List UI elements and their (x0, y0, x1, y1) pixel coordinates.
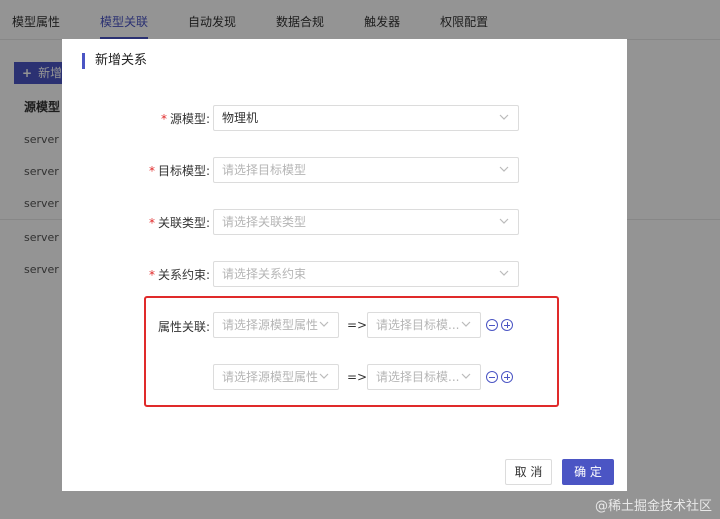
source-model-label: * 源模型: (160, 112, 210, 126)
source-attribute-select[interactable]: 请选择源模型属性 (213, 364, 339, 390)
source-attribute-placeholder: 请选择源模型属性 (222, 370, 319, 384)
target-attribute-placeholder: 请选择目标模... (376, 370, 460, 384)
add-row-icon[interactable] (501, 371, 513, 383)
target-attribute-select[interactable]: 请选择目标模... (367, 364, 481, 390)
remove-row-icon[interactable] (486, 319, 498, 331)
required-mark: * (148, 268, 155, 282)
target-model-select[interactable]: 请选择目标模型 (213, 157, 519, 183)
watermark: @稀土掘金技术社区 (594, 499, 712, 514)
chevron-down-icon (319, 373, 329, 379)
relation-constraint-placeholder: 请选择关系约束 (222, 267, 307, 281)
target-model-label: * 目标模型: (148, 164, 210, 178)
required-mark: * (148, 164, 155, 178)
source-model-value: 物理机 (222, 111, 259, 125)
chevron-down-icon (499, 114, 509, 120)
required-mark: * (160, 112, 167, 126)
target-model-placeholder: 请选择目标模型 (222, 163, 307, 177)
relation-constraint-label: * 关系约束: (148, 268, 210, 282)
source-attribute-select[interactable]: 请选择源模型属性 (213, 312, 339, 338)
relation-type-placeholder: 请选择关联类型 (222, 215, 307, 229)
cancel-button[interactable]: 取 消 (505, 459, 552, 485)
chevron-down-icon (499, 270, 509, 276)
mapping-arrow: => (347, 370, 368, 384)
add-row-icon[interactable] (501, 319, 513, 331)
relation-constraint-select[interactable]: 请选择关系约束 (213, 261, 519, 287)
attribute-mapping-label: 属性关联: (157, 320, 210, 334)
source-attribute-placeholder: 请选择源模型属性 (222, 318, 319, 332)
chevron-down-icon (461, 321, 471, 327)
chevron-down-icon (319, 321, 329, 327)
chevron-down-icon (499, 166, 509, 172)
required-mark: * (148, 216, 155, 230)
attribute-mapping-highlight (144, 296, 559, 407)
target-attribute-select[interactable]: 请选择目标模... (367, 312, 481, 338)
target-attribute-placeholder: 请选择目标模... (376, 318, 460, 332)
dialog-title: 新增关系 (82, 53, 147, 69)
remove-row-icon[interactable] (486, 371, 498, 383)
mapping-arrow: => (347, 318, 368, 332)
ok-button[interactable]: 确 定 (562, 459, 614, 485)
chevron-down-icon (499, 218, 509, 224)
chevron-down-icon (461, 373, 471, 379)
add-relation-dialog: 新增关系 * 源模型: 物理机 * 目标模型: 请选择目标模型 * 关联类型: 请选择… (62, 39, 627, 491)
relation-type-select[interactable]: 请选择关联类型 (213, 209, 519, 235)
source-model-select[interactable]: 物理机 (213, 105, 519, 131)
relation-type-label: * 关联类型: (148, 216, 210, 230)
